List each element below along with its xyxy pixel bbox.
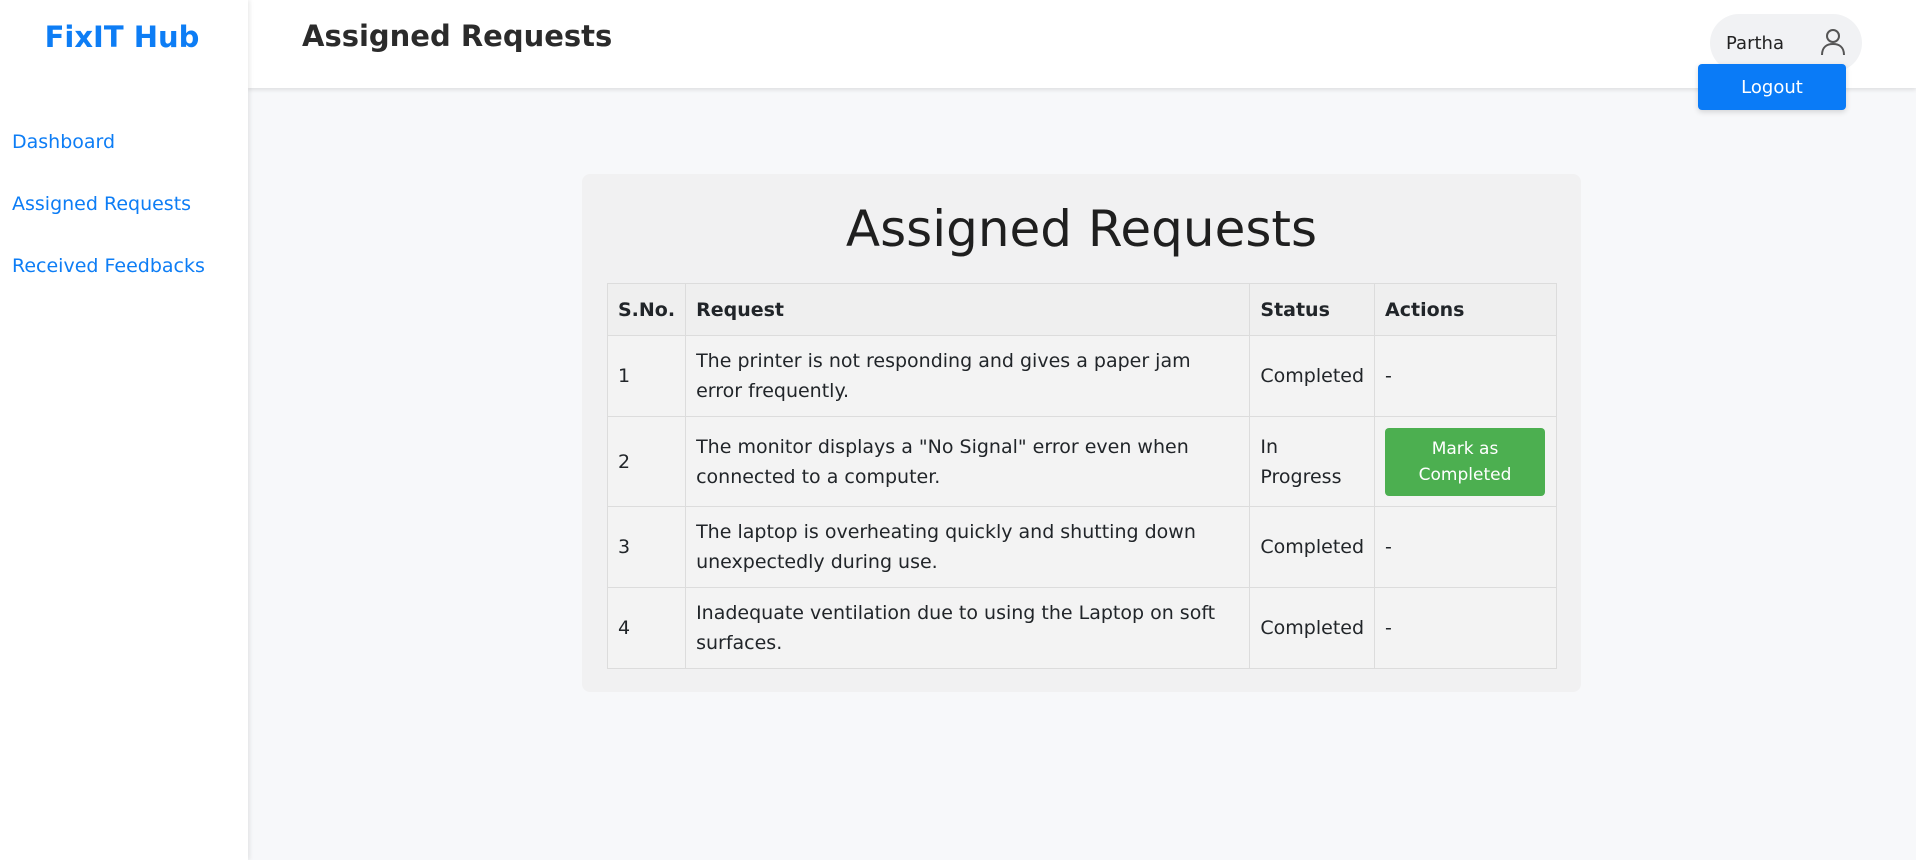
- user-icon: [1821, 29, 1845, 56]
- cell-sno: 1: [606, 335, 687, 417]
- cell-action: -: [1374, 335, 1557, 417]
- cell-action: -: [1374, 506, 1557, 588]
- table-row: 2 The monitor displays a "No Signal" err…: [606, 416, 1557, 507]
- requests-table: S.No. Request Status Actions 1 The print…: [606, 283, 1557, 669]
- sidebar-item-received-feedbacks[interactable]: Received Feedbacks: [12, 251, 205, 313]
- column-header-request: Request: [685, 283, 1251, 336]
- brand-logo[interactable]: FixIT Hub: [0, 20, 244, 54]
- cell-action: -: [1374, 587, 1557, 669]
- card-title: Assigned Requests: [845, 200, 1318, 258]
- cell-request: Inadequate ventilation due to using the …: [685, 587, 1251, 669]
- sidebar-item-assigned-requests[interactable]: Assigned Requests: [12, 189, 205, 251]
- cell-sno: 4: [606, 587, 687, 669]
- user-name: Partha: [1726, 32, 1784, 54]
- sidebar-nav: Dashboard Assigned Requests Received Fee…: [12, 127, 205, 313]
- sidebar: FixIT Hub Dashboard Assigned Requests Re…: [0, 0, 248, 860]
- table-header-row: S.No. Request Status Actions: [606, 283, 1557, 336]
- mark-as-completed-button[interactable]: Mark as Completed: [1385, 427, 1546, 496]
- cell-sno: 3: [606, 506, 687, 588]
- cell-status: Completed: [1249, 587, 1376, 669]
- column-header-status: Status: [1249, 283, 1376, 336]
- cell-status: Completed: [1249, 335, 1376, 417]
- column-header-actions: Actions: [1374, 283, 1557, 336]
- cell-sno: 2: [606, 416, 687, 507]
- cell-request: The laptop is overheating quickly and sh…: [685, 506, 1251, 588]
- cell-request: The monitor displays a "No Signal" error…: [685, 416, 1251, 507]
- cell-action: Mark as Completed: [1374, 416, 1557, 507]
- sidebar-item-dashboard[interactable]: Dashboard: [12, 127, 205, 189]
- cell-request: The printer is not responding and gives …: [685, 335, 1251, 417]
- column-header-sno: S.No.: [606, 283, 687, 336]
- table-row: 4 Inadequate ventilation due to using th…: [606, 587, 1557, 669]
- requests-card: Assigned Requests S.No. Request Status A…: [582, 174, 1581, 692]
- table-row: 3 The laptop is overheating quickly and …: [606, 506, 1557, 588]
- page-title: Assigned Requests: [302, 19, 613, 53]
- table-row: 1 The printer is not responding and give…: [606, 335, 1557, 417]
- cell-status: Completed: [1249, 506, 1376, 588]
- top-bar: Assigned Requests: [248, 0, 1916, 88]
- cell-status: In Progress: [1249, 416, 1376, 507]
- logout-button[interactable]: Logout: [1698, 64, 1846, 110]
